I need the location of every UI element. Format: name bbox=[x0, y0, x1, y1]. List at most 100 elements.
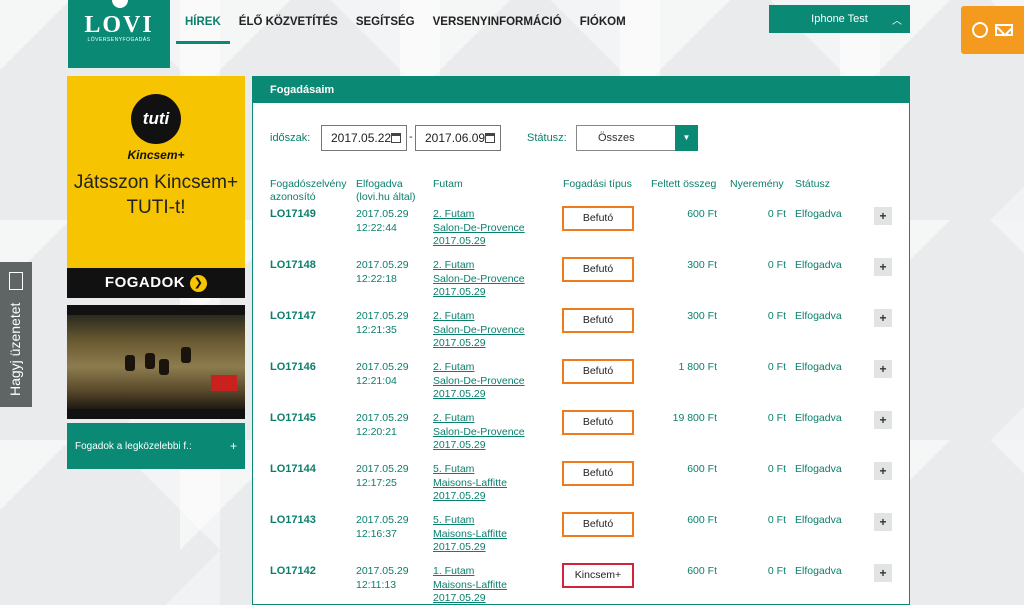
live-race-video[interactable] bbox=[67, 305, 245, 419]
col-header-accepted-line1: Elfogadva bbox=[356, 178, 403, 190]
race-date: 2017.05.29 bbox=[433, 490, 486, 502]
bet-id[interactable]: LO17148 bbox=[270, 259, 316, 271]
bet-id[interactable]: LO17145 bbox=[270, 412, 316, 424]
bet-status: Elfogadva bbox=[795, 361, 842, 373]
notification-tab[interactable] bbox=[961, 6, 1024, 54]
expand-row-button[interactable]: + bbox=[874, 258, 892, 276]
race-link[interactable]: 2. Futam Salon-De-Provence 2017.05.29 bbox=[433, 259, 525, 300]
race-link[interactable]: 2. Futam Salon-De-Provence 2017.05.29 bbox=[433, 208, 525, 249]
accepted-datetime: 2017.05.29 12:17:25 bbox=[356, 463, 409, 490]
stake-amount: 19 800 Ft bbox=[672, 412, 717, 424]
table-row: LO17144 2017.05.29 12:17:25 5. Futam Maisons… bbox=[253, 454, 909, 505]
expand-row-button[interactable]: + bbox=[874, 309, 892, 327]
status-select[interactable]: Összes ▼ bbox=[576, 125, 698, 151]
bet-id[interactable]: LO17142 bbox=[270, 565, 316, 577]
bet-now-button[interactable]: FOGADOK ❯ bbox=[67, 268, 245, 298]
winnings: 0 Ft bbox=[767, 412, 786, 424]
nearest-race-bet-panel[interactable]: Fogadok a legközelebbi f.: + bbox=[67, 423, 245, 469]
race-link[interactable]: 1. Futam Maisons-Laffitte 2017.05.29 bbox=[433, 565, 507, 604]
expand-plus-icon: + bbox=[229, 439, 237, 453]
race-venue: Maisons-Laffitte bbox=[433, 527, 507, 540]
bet-status: Elfogadva bbox=[795, 310, 842, 322]
horse-figure bbox=[181, 347, 191, 363]
status-filter-label: Státusz: bbox=[527, 132, 567, 144]
col-header-status: Státusz bbox=[795, 178, 831, 190]
bet-type-badge: Befutó bbox=[562, 206, 634, 231]
horse-figure bbox=[125, 355, 135, 371]
accepted-time: 12:22:44 bbox=[356, 221, 397, 234]
expand-row-button[interactable]: + bbox=[874, 462, 892, 480]
bet-id[interactable]: LO17149 bbox=[270, 208, 316, 220]
race-date: 2017.05.29 bbox=[433, 235, 486, 247]
bet-status: Elfogadva bbox=[795, 514, 842, 526]
accepted-time: 12:21:04 bbox=[356, 374, 397, 387]
accepted-datetime: 2017.05.29 12:16:37 bbox=[356, 514, 409, 541]
col-header-type: Fogadási típus bbox=[563, 178, 632, 190]
accepted-date: 2017.05.29 bbox=[356, 361, 409, 373]
nav-help[interactable]: SEGÍTSÉG bbox=[347, 0, 424, 44]
bet-id[interactable]: LO17144 bbox=[270, 463, 316, 475]
race-number: 5. Futam bbox=[433, 463, 475, 475]
envelope-icon bbox=[9, 272, 23, 290]
date-to-input[interactable]: 2017.06.09 bbox=[415, 125, 501, 151]
winnings: 0 Ft bbox=[767, 514, 786, 526]
winnings: 0 Ft bbox=[767, 259, 786, 271]
accepted-time: 12:22:18 bbox=[356, 272, 397, 285]
bet-type-badge: Befutó bbox=[562, 410, 634, 435]
bet-type-badge: Kincsem+ bbox=[562, 563, 634, 588]
ad-text: Játsszon Kincsem+ TUTI-t! bbox=[73, 172, 239, 218]
bet-status: Elfogadva bbox=[795, 208, 842, 220]
expand-row-button[interactable]: + bbox=[874, 207, 892, 225]
race-venue: Salon-De-Provence bbox=[433, 221, 525, 234]
bet-id[interactable]: LO17143 bbox=[270, 514, 316, 526]
site-logo[interactable]: LOVI LÓVERSENYFOGADÁS bbox=[68, 0, 170, 68]
race-venue: Maisons-Laffitte bbox=[433, 578, 507, 591]
race-link[interactable]: 2. Futam Salon-De-Provence 2017.05.29 bbox=[433, 412, 525, 453]
user-name: Iphone Test bbox=[811, 13, 868, 25]
calendar-icon[interactable] bbox=[391, 133, 401, 143]
race-link[interactable]: 2. Futam Salon-De-Provence 2017.05.29 bbox=[433, 361, 525, 402]
leave-message-tab[interactable]: Hagyj üzenetet bbox=[0, 262, 32, 407]
table-row: LO17142 2017.05.29 12:11:13 1. Futam Maisons… bbox=[253, 556, 909, 604]
calendar-icon[interactable] bbox=[485, 133, 495, 143]
nav-news[interactable]: HÍREK bbox=[176, 0, 230, 44]
kincsem-ad-banner[interactable]: tuti Kincsem+ Játsszon Kincsem+ TUTI-t! … bbox=[67, 76, 245, 298]
bet-id[interactable]: LO17147 bbox=[270, 310, 316, 322]
col-header-race: Futam bbox=[433, 178, 463, 190]
winnings: 0 Ft bbox=[767, 565, 786, 577]
accepted-datetime: 2017.05.29 12:21:04 bbox=[356, 361, 409, 388]
bet-id[interactable]: LO17146 bbox=[270, 361, 316, 373]
race-date: 2017.05.29 bbox=[433, 592, 486, 604]
main-nav: HÍREK ÉLŐ KÖZVETÍTÉS SEGÍTSÉG VERSENYINF… bbox=[176, 0, 635, 44]
stake-amount: 600 Ft bbox=[687, 463, 717, 475]
race-link[interactable]: 5. Futam Maisons-Laffitte 2017.05.29 bbox=[433, 514, 507, 555]
caret-down-icon[interactable]: ▼ bbox=[675, 125, 698, 151]
horse-figure bbox=[159, 359, 169, 375]
race-link[interactable]: 5. Futam Maisons-Laffitte 2017.05.29 bbox=[433, 463, 507, 504]
expand-row-button[interactable]: + bbox=[874, 411, 892, 429]
stake-amount: 600 Ft bbox=[687, 514, 717, 526]
nav-race-info[interactable]: VERSENYINFORMÁCIÓ bbox=[424, 0, 571, 44]
race-venue: Salon-De-Provence bbox=[433, 272, 525, 285]
race-venue: Maisons-Laffitte bbox=[433, 476, 507, 489]
bet-type-badge: Befutó bbox=[562, 461, 634, 486]
expand-row-button[interactable]: + bbox=[874, 360, 892, 378]
date-from-input[interactable]: 2017.05.22 bbox=[321, 125, 407, 151]
chevron-up-icon: ︿ bbox=[892, 16, 902, 27]
accepted-date: 2017.05.29 bbox=[356, 208, 409, 220]
stake-amount: 600 Ft bbox=[687, 565, 717, 577]
accepted-time: 12:16:37 bbox=[356, 527, 397, 540]
col-header-win: Nyeremény bbox=[730, 178, 784, 190]
expand-row-button[interactable]: + bbox=[874, 513, 892, 531]
user-menu-button[interactable]: Iphone Test ︿ bbox=[769, 5, 910, 33]
accepted-datetime: 2017.05.29 12:22:18 bbox=[356, 259, 409, 286]
accepted-date: 2017.05.29 bbox=[356, 463, 409, 475]
race-link[interactable]: 2. Futam Salon-De-Provence 2017.05.29 bbox=[433, 310, 525, 351]
panel-title: Fogadásaim bbox=[253, 77, 909, 103]
table-row: LO17147 2017.05.29 12:21:35 2. Futam Salon-D… bbox=[253, 301, 909, 352]
nav-live[interactable]: ÉLŐ KÖZVETÍTÉS bbox=[230, 0, 347, 44]
nav-account[interactable]: FIÓKOM bbox=[571, 0, 635, 44]
expand-row-button[interactable]: + bbox=[874, 564, 892, 582]
accepted-datetime: 2017.05.29 12:20:21 bbox=[356, 412, 409, 439]
arrow-right-icon: ❯ bbox=[190, 274, 208, 292]
